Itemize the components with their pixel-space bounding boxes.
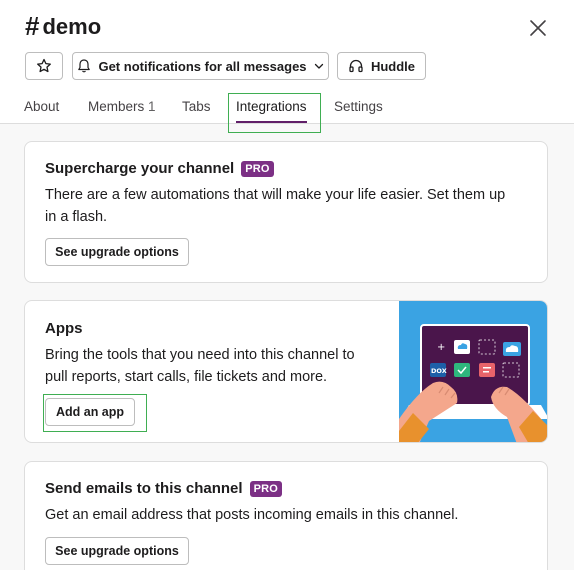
apps-illustration: + DOX (399, 301, 547, 442)
supercharge-description: There are a few automations that will ma… (45, 184, 505, 228)
notifications-button[interactable]: Get notifications for all messages (72, 52, 329, 80)
close-icon (530, 20, 546, 36)
laptop-illustration: + DOX (399, 324, 547, 442)
add-an-app-highlight (43, 394, 147, 432)
apps-description-line1: Bring the tools that you need into this … (45, 347, 355, 363)
star-icon (37, 58, 51, 73)
members-count: 1 (148, 99, 156, 114)
integrations-tab-highlight (228, 93, 321, 133)
supercharge-description-line2: in a flash. (45, 209, 108, 225)
pro-badge: PRO (241, 160, 274, 177)
close-button[interactable] (527, 17, 549, 39)
tab-members[interactable]: Members 1 (88, 99, 156, 114)
supercharge-card: Supercharge your channel PRO There are a… (24, 141, 548, 283)
channel-hash: # (25, 11, 40, 41)
emails-title-text: Send emails to this channel (45, 480, 243, 497)
apps-description-line2: pull reports, start calls, file tickets … (45, 369, 328, 385)
supercharge-title-text: Supercharge your channel (45, 160, 235, 177)
tab-tabs[interactable]: Tabs (182, 99, 211, 114)
channel-name: demo (42, 13, 102, 39)
apps-title-text: Apps (45, 320, 83, 337)
chevron-down-icon (314, 63, 323, 69)
tab-members-label: Members (88, 99, 145, 114)
huddle-button[interactable]: Huddle (337, 52, 426, 80)
bell-icon (78, 59, 91, 73)
channel-title: # demo (25, 11, 101, 42)
huddle-label: Huddle (370, 58, 416, 74)
see-upgrade-options-button[interactable]: See upgrade options (45, 238, 189, 266)
notifications-label: Get notifications for all messages (98, 58, 307, 74)
apps-description: Bring the tools that you need into this … (45, 344, 355, 388)
supercharge-description-line1: There are a few automations that will ma… (45, 187, 506, 203)
pro-badge: PRO (249, 480, 282, 497)
emails-title: Send emails to this channel PRO (45, 480, 282, 497)
see-upgrade-options-button[interactable]: See upgrade options (45, 537, 189, 565)
supercharge-title: Supercharge your channel PRO (45, 160, 274, 177)
tab-settings[interactable]: Settings (334, 99, 383, 114)
send-emails-card: Send emails to this channel PRO Get an e… (24, 461, 548, 570)
headphones-icon (349, 59, 363, 73)
dox-tile-text: DOX (431, 367, 447, 375)
emails-description: Get an email address that posts incoming… (45, 507, 459, 523)
apps-title: Apps (45, 320, 83, 337)
star-button[interactable] (25, 52, 63, 80)
svg-text:+: + (437, 342, 445, 353)
tab-about[interactable]: About (24, 99, 59, 114)
